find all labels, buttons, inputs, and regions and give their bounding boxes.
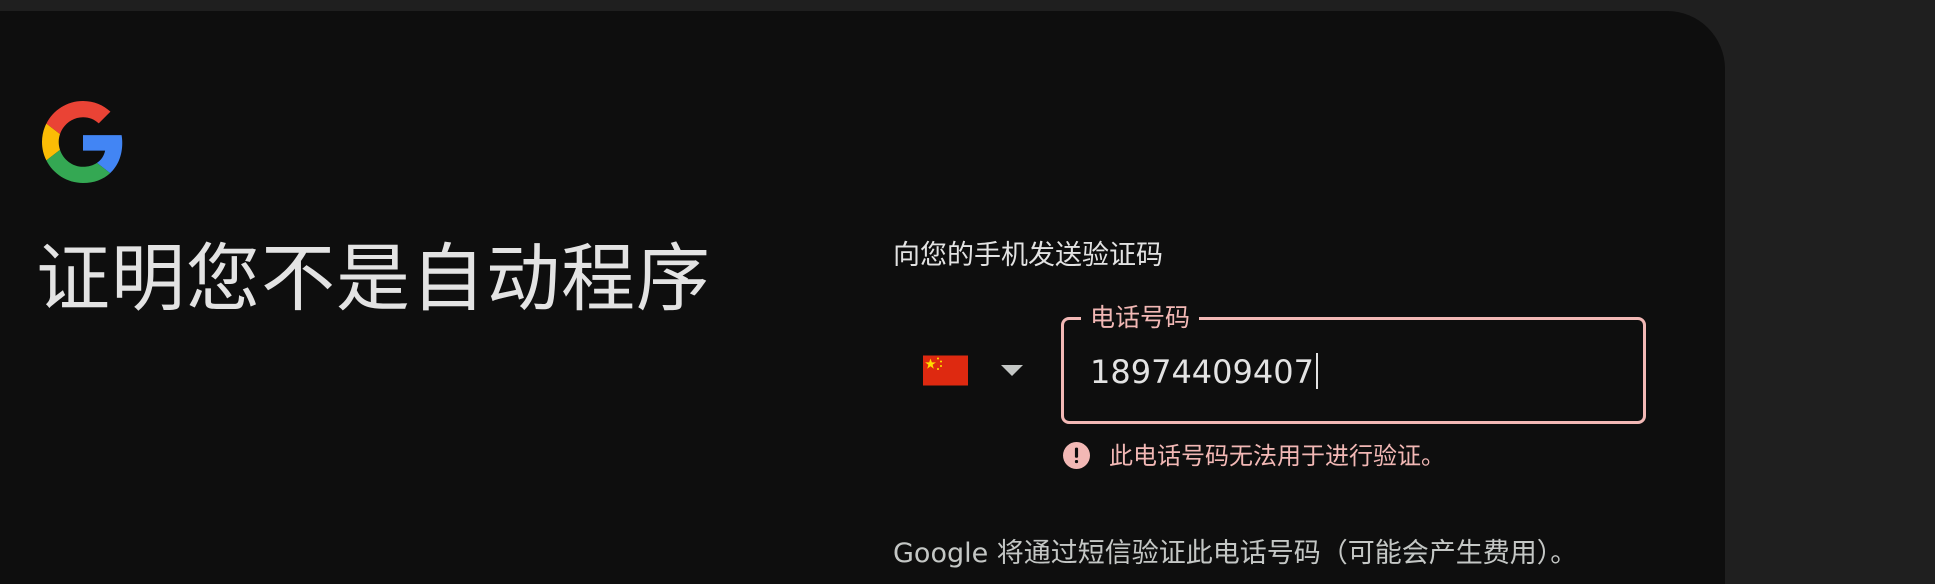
page-title: 证明您不是自动程序 bbox=[36, 236, 711, 322]
phone-verification-form: 向您的手机发送验证码 电话号码 18974409407 此电话号码无法用于进行验… bbox=[893, 11, 1693, 584]
phone-number-field[interactable]: 电话号码 18974409407 bbox=[1061, 301, 1646, 424]
page: 证明您不是自动程序 向您的手机发送验证码 电话号码 18974409407 此电… bbox=[0, 0, 1935, 584]
china-flag-icon bbox=[923, 355, 968, 386]
verification-card: 证明您不是自动程序 向您的手机发送验证码 电话号码 18974409407 此电… bbox=[0, 11, 1725, 584]
arrow-drop-down-icon bbox=[1001, 365, 1023, 376]
send-code-label: 向您的手机发送验证码 bbox=[893, 240, 1163, 271]
error-text: 此电话号码无法用于进行验证。 bbox=[1109, 442, 1445, 470]
phone-number-input[interactable]: 18974409407 bbox=[1090, 352, 1318, 392]
error-icon bbox=[1063, 442, 1090, 469]
sms-info-text: Google 将通过短信验证此电话号码（可能会产生费用）。 bbox=[893, 538, 1578, 569]
google-g-icon bbox=[42, 101, 123, 183]
text-cursor bbox=[1315, 353, 1318, 389]
phone-number-label: 电话号码 bbox=[1081, 301, 1200, 335]
browser-top-strip bbox=[0, 0, 1935, 11]
country-code-select[interactable] bbox=[923, 341, 1043, 401]
phone-number-value: 18974409407 bbox=[1090, 353, 1314, 391]
